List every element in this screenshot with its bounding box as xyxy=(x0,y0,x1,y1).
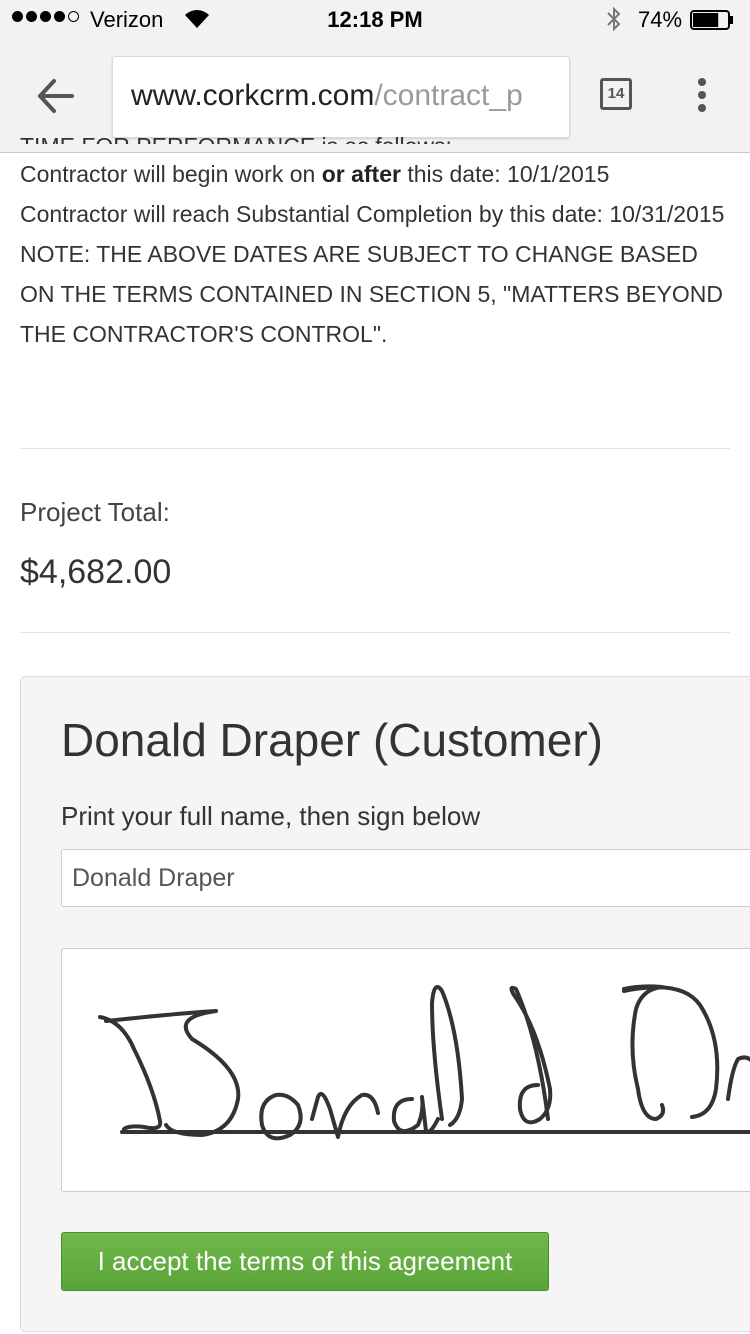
signature-instruction: Print your full name, then sign below xyxy=(61,801,481,831)
full-name-input[interactable] xyxy=(61,849,750,907)
handwritten-signature xyxy=(98,984,750,1141)
customer-signature-panel: Donald Draper (Customer) Print your full… xyxy=(20,676,750,1332)
cut-off-heading: TIME FOR PERFORMANCE is as follows: xyxy=(20,124,730,144)
url-domain: www.corkcrm.com xyxy=(131,79,375,112)
url-text: www.corkcrm.com/contract_p xyxy=(131,79,523,113)
completion-date-text: Contractor will reach Substantial Comple… xyxy=(20,201,725,227)
signature-pad[interactable] xyxy=(61,948,750,1192)
battery-icon xyxy=(690,10,733,30)
battery-percent: 74% xyxy=(638,7,683,32)
contract-content: TIME FOR PERFORMANCE is as follows: Cont… xyxy=(20,133,730,372)
signer-title: Donald Draper (Customer) xyxy=(61,714,603,766)
tab-switcher-button[interactable]: 14 xyxy=(600,78,632,110)
divider xyxy=(20,448,730,449)
project-total-value: $4,682.00 xyxy=(20,553,172,591)
url-path: /contract_p xyxy=(374,79,523,112)
bluetooth-icon xyxy=(607,6,621,32)
status-bar: Verizon 12:18 PM 74% xyxy=(0,0,750,40)
divider xyxy=(20,632,730,633)
dates-note: NOTE: THE ABOVE DATES ARE SUBJECT TO CHA… xyxy=(20,241,723,347)
performance-terms: TIME FOR PERFORMANCE is as follows: Cont… xyxy=(20,133,730,354)
project-total-label: Project Total: xyxy=(20,497,170,527)
accept-terms-button[interactable]: I accept the terms of this agreement xyxy=(61,1232,549,1291)
begin-date-text: Contractor will begin work on or after t… xyxy=(20,161,610,187)
begin-emphasis: or after xyxy=(321,161,401,187)
overflow-menu-icon[interactable] xyxy=(698,78,708,114)
back-arrow-icon[interactable] xyxy=(36,78,76,114)
